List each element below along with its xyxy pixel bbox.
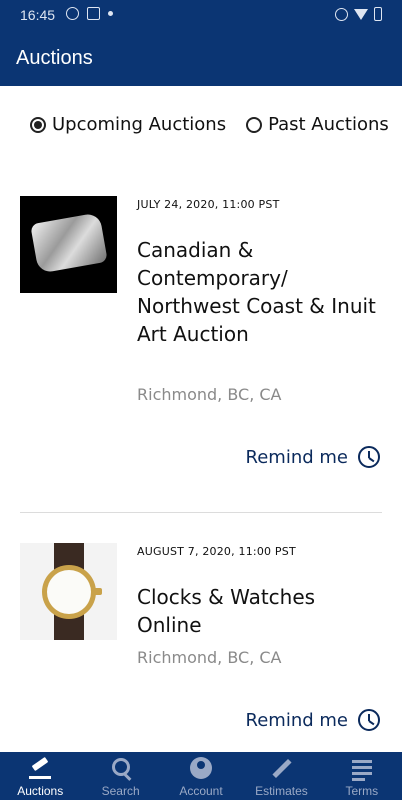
- clock-icon: [358, 709, 380, 731]
- past-auctions-radio[interactable]: Past Auctions: [246, 114, 389, 135]
- image-notification-icon: [87, 7, 100, 20]
- account-icon: [187, 755, 215, 783]
- auction-date: JULY 24, 2020, 11:00 PST: [137, 198, 280, 211]
- upcoming-auctions-radio[interactable]: Upcoming Auctions: [30, 114, 226, 135]
- upcoming-auctions-label: Upcoming Auctions: [52, 114, 227, 135]
- search-icon: [107, 755, 135, 783]
- radio-unselected-icon: [246, 116, 263, 133]
- watch-crown-image: [94, 588, 102, 595]
- remind-me-button[interactable]: Remind me: [246, 709, 380, 731]
- past-auctions-label: Past Auctions: [268, 114, 389, 135]
- watch-dial-image: [47, 570, 91, 614]
- auction-location: Richmond, BC, CA: [137, 648, 282, 667]
- bottom-navigation: Auctions Search Account Estimates Terms: [0, 752, 402, 800]
- divider: [20, 512, 382, 513]
- auction-thumbnail[interactable]: [20, 196, 117, 293]
- auction-filter: Upcoming Auctions Past Auctions: [30, 114, 389, 135]
- auction-thumbnail[interactable]: [20, 543, 117, 640]
- nav-estimates-label: Estimates: [255, 784, 308, 798]
- nav-terms[interactable]: Terms: [322, 752, 402, 800]
- auction-title[interactable]: Clocks & Watches Online: [137, 583, 377, 639]
- document-icon: [348, 755, 376, 783]
- app-bar: Auctions: [0, 30, 402, 86]
- pencil-icon: [267, 755, 295, 783]
- nav-auctions[interactable]: Auctions: [0, 752, 80, 800]
- remind-me-label: Remind me: [245, 446, 348, 468]
- status-notification-icons: [66, 7, 113, 20]
- nav-terms-label: Terms: [345, 784, 379, 798]
- status-time: 16:45: [20, 7, 56, 23]
- nav-auctions-label: Auctions: [17, 784, 64, 798]
- auction-date: AUGUST 7, 2020, 11:00 PST: [137, 545, 296, 558]
- page-title: Auctions: [16, 47, 93, 69]
- nav-account[interactable]: Account: [161, 752, 241, 800]
- nav-account-label: Account: [179, 784, 223, 798]
- auction-location: Richmond, BC, CA: [137, 385, 282, 404]
- status-bar: 16:45: [0, 0, 402, 30]
- remind-me-button[interactable]: Remind me: [246, 446, 380, 468]
- auction-title[interactable]: Canadian & Contemporary/ Northwest Coast…: [137, 236, 377, 348]
- radio-selected-icon: [30, 116, 46, 133]
- do-not-disturb-icon: [335, 7, 348, 21]
- clock-icon: [358, 446, 380, 468]
- nav-estimates[interactable]: Estimates: [241, 752, 321, 800]
- app-notification-icon: [66, 7, 79, 20]
- remind-me-label: Remind me: [245, 709, 348, 731]
- wifi-icon: [354, 8, 368, 20]
- more-notifications-icon: [108, 11, 113, 16]
- status-system-icons: [335, 7, 382, 21]
- battery-icon: [374, 7, 382, 21]
- gavel-icon: [26, 755, 54, 783]
- nav-search-label: Search: [101, 784, 140, 798]
- silver-cuff-bracelet-image: [30, 212, 108, 274]
- nav-search[interactable]: Search: [80, 752, 160, 800]
